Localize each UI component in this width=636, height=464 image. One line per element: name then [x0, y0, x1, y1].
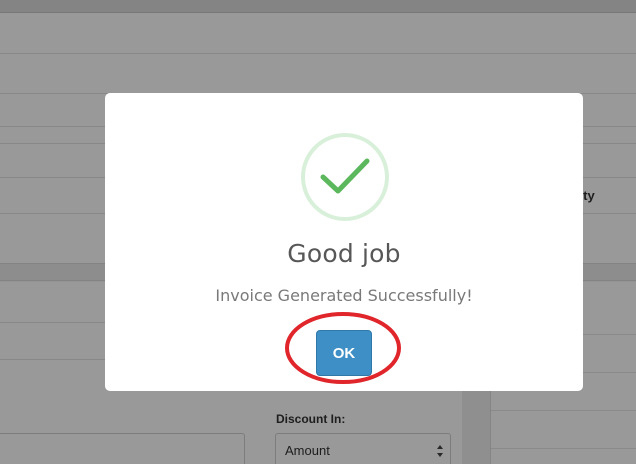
dialog-title: Good job [287, 239, 401, 268]
highlight-ellipse [285, 312, 401, 384]
dialog-message: Invoice Generated Successfully! [215, 286, 473, 305]
checkmark-icon [320, 158, 370, 194]
success-checkmark-icon [301, 133, 389, 221]
